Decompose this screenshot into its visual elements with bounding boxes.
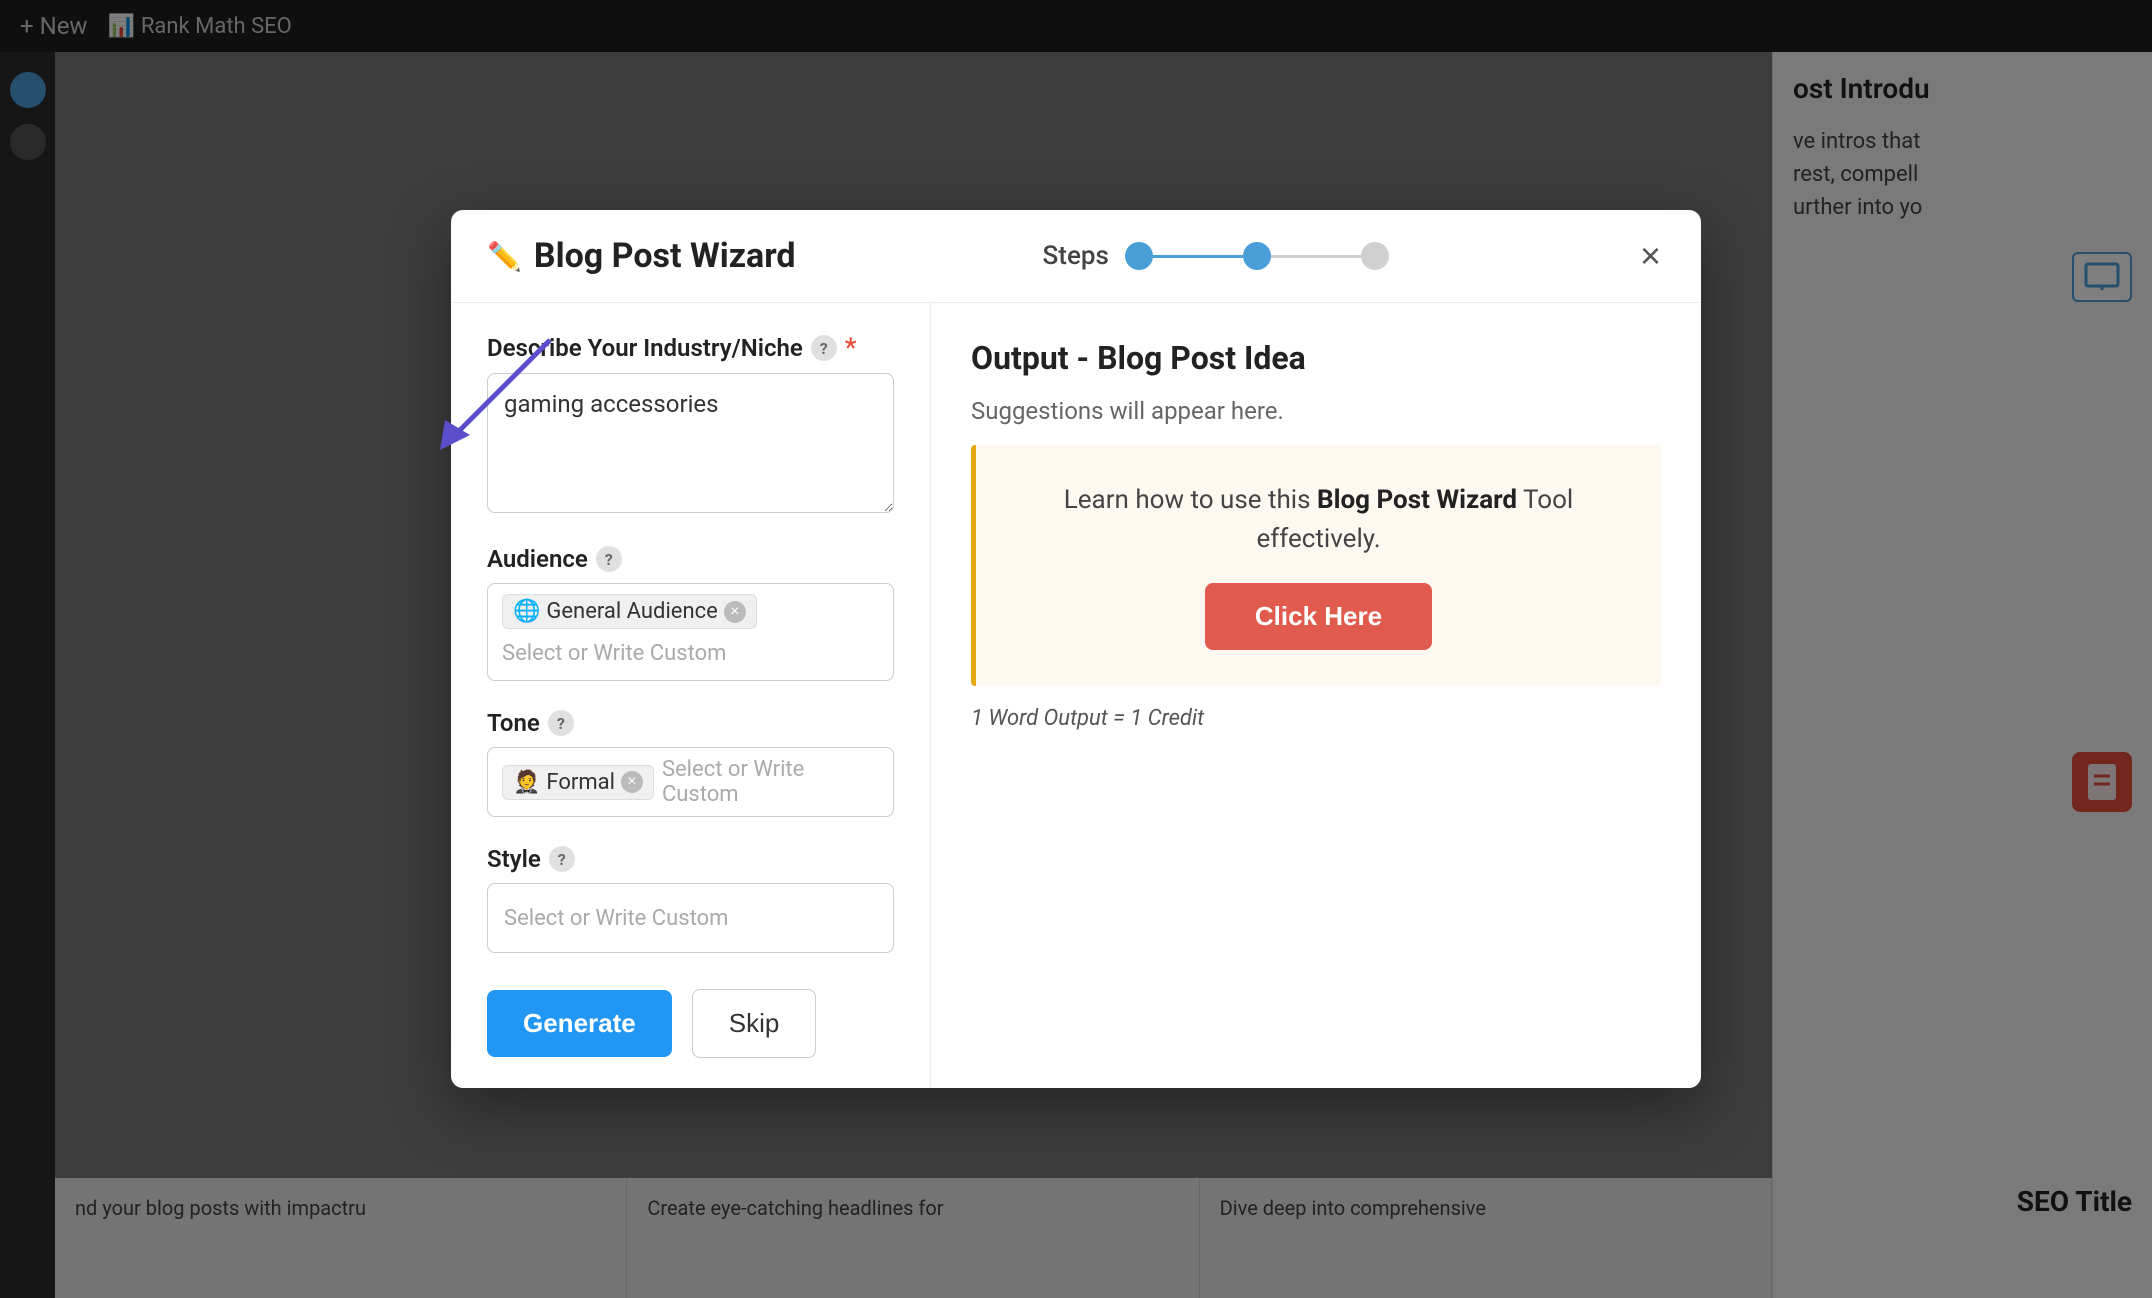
style-help-icon[interactable]: ? [549, 846, 575, 872]
tone-tag-emoji: 🤵 [513, 770, 540, 795]
industry-help-icon[interactable]: ? [811, 335, 837, 361]
industry-field: Describe Your Industry/Niche ? * [487, 333, 894, 517]
steps-track [1125, 242, 1389, 270]
info-box-text: Learn how to use this Blog Post Wizard T… [1016, 481, 1621, 559]
steps-label: Steps [1043, 241, 1109, 271]
industry-label: Describe Your Industry/Niche ? * [487, 333, 894, 363]
step-line-1 [1153, 255, 1243, 258]
audience-tag-input[interactable]: 🌐 General Audience × Select or Write Cus… [487, 583, 894, 681]
modal-header: ✏️ Blog Post Wizard Steps × [451, 210, 1701, 303]
generate-button[interactable]: Generate [487, 990, 672, 1057]
modal-body: Describe Your Industry/Niche ? * Audienc… [451, 303, 1701, 1088]
blog-post-wizard-modal: ✏️ Blog Post Wizard Steps × [451, 210, 1701, 1088]
audience-tag-general: 🌐 General Audience × [502, 594, 757, 629]
output-title: Output - Blog Post Idea [971, 339, 1661, 377]
tone-tag-remove[interactable]: × [621, 771, 643, 793]
modal-overlay: ✏️ Blog Post Wizard Steps × [0, 0, 2152, 1298]
pencil-icon: ✏️ [487, 240, 522, 273]
skip-button[interactable]: Skip [692, 989, 817, 1058]
style-label: Style ? [487, 845, 894, 873]
tone-tag-text: Formal [546, 770, 615, 795]
audience-tag-emoji: 🌐 [513, 599, 540, 624]
audience-help-icon[interactable]: ? [596, 546, 622, 572]
audience-tag-remove[interactable]: × [724, 601, 746, 623]
tone-tag-input[interactable]: 🤵 Formal × Select or Write Custom [487, 747, 894, 817]
info-box: Learn how to use this Blog Post Wizard T… [971, 445, 1661, 686]
button-row: Generate Skip [487, 981, 894, 1058]
credit-note: 1 Word Output = 1 Credit [971, 706, 1661, 731]
info-text-before: Learn how to use this [1064, 485, 1317, 515]
step-dot-3 [1361, 242, 1389, 270]
style-input[interactable]: Select or Write Custom [487, 883, 894, 953]
audience-placeholder: Select or Write Custom [502, 637, 726, 670]
tone-tag-formal: 🤵 Formal × [502, 765, 654, 800]
modal-title: Blog Post Wizard [534, 236, 796, 276]
audience-tag-text: General Audience [546, 599, 717, 624]
style-placeholder: Select or Write Custom [504, 906, 728, 931]
tone-help-icon[interactable]: ? [548, 710, 574, 736]
output-subtitle: Suggestions will appear here. [971, 397, 1661, 425]
tone-label: Tone ? [487, 709, 894, 737]
click-here-button[interactable]: Click Here [1205, 583, 1432, 650]
style-field: Style ? Select or Write Custom [487, 845, 894, 953]
required-star: * [845, 333, 857, 363]
info-bold: Blog Post Wizard [1317, 485, 1517, 515]
left-form-panel: Describe Your Industry/Niche ? * Audienc… [451, 303, 931, 1088]
close-button[interactable]: × [1636, 234, 1665, 278]
tone-field: Tone ? 🤵 Formal × Select or Write Custom [487, 709, 894, 817]
step-dot-2 [1243, 242, 1271, 270]
audience-field: Audience ? 🌐 General Audience × Select o… [487, 545, 894, 681]
step-dot-1 [1125, 242, 1153, 270]
industry-textarea[interactable] [487, 373, 894, 513]
output-panel: Output - Blog Post Idea Suggestions will… [931, 303, 1701, 1088]
modal-title-area: ✏️ Blog Post Wizard [487, 236, 795, 276]
audience-label: Audience ? [487, 545, 894, 573]
step-line-2 [1271, 255, 1361, 258]
steps-area: Steps [1043, 241, 1389, 271]
tone-placeholder: Select or Write Custom [662, 753, 879, 811]
